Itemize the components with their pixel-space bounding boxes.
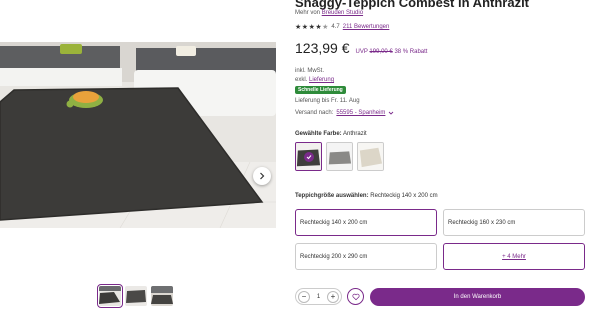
shipping-note: exkl. Lieferung xyxy=(295,77,334,83)
add-to-cart-button[interactable]: In den Warenkorb xyxy=(370,288,585,306)
size-option-140x200[interactable]: Rechteckig 140 x 200 cm xyxy=(295,209,437,236)
product-image-gallery[interactable] xyxy=(0,42,276,228)
heart-icon xyxy=(351,293,360,300)
discount: 38 % Rabatt xyxy=(394,49,428,55)
star-icon: ★ xyxy=(301,24,309,31)
star-icon: ★ xyxy=(295,24,302,31)
size-option-200x290[interactable]: Rechteckig 200 x 290 cm xyxy=(295,243,437,270)
checkmark-icon xyxy=(306,155,312,160)
price: 123,99 € xyxy=(295,40,350,56)
swatch-grey[interactable] xyxy=(326,142,353,171)
gallery-thumbnails xyxy=(97,284,173,308)
ship-to: Versand nach: 55595 - Spanheim xyxy=(295,110,394,116)
size-option-160x230[interactable]: Rechteckig 160 x 230 cm xyxy=(443,209,585,236)
thumbnail-3[interactable] xyxy=(151,286,173,306)
quantity-decrease-button[interactable]: − xyxy=(298,290,310,303)
thumbnail-image xyxy=(99,286,121,306)
vat-note: inkl. MwSt. xyxy=(295,68,325,74)
fast-delivery-badge: Schnelle Lieferung xyxy=(295,86,346,94)
swatch-cream[interactable] xyxy=(357,142,384,171)
size-more-button[interactable]: + 4 Mehr xyxy=(443,243,585,270)
star-icon: ★ xyxy=(308,24,315,31)
brand-line: Mehr von Breuden Studio xyxy=(295,10,363,16)
thumbnail-2[interactable] xyxy=(125,286,147,306)
color-value: Anthrazit xyxy=(343,131,367,137)
selected-marker xyxy=(304,152,314,162)
product-title: Shaggy-Teppich Combest in Anthrazit xyxy=(295,0,530,10)
swatch-anthrazit[interactable] xyxy=(295,142,322,171)
delivery-date: Lieferung bis Fr. 11. Aug xyxy=(295,98,360,104)
gallery-next-button[interactable] xyxy=(253,167,271,185)
chevron-right-icon xyxy=(260,172,265,180)
uvp-label: UVP xyxy=(355,49,368,55)
ship-to-label: Versand nach: xyxy=(295,110,334,116)
shipping-prefix: exkl. xyxy=(295,77,308,83)
uvp-price: 199,00 € xyxy=(369,49,393,55)
size-label: Teppichgröße auswählen: Rechteckig 140 x… xyxy=(295,193,438,199)
quantity-increase-button[interactable]: + xyxy=(327,290,339,303)
price-row: 123,99 € UVP 199,00 € 38 % Rabatt xyxy=(295,40,427,56)
quantity-stepper: − 1 + xyxy=(295,288,342,305)
size-value: Rechteckig 140 x 200 cm xyxy=(370,193,438,199)
rating-score: 4.7 xyxy=(331,24,340,30)
star-icon: ★ xyxy=(315,24,322,31)
product-main-image xyxy=(0,42,276,228)
brand-prefix: Mehr von xyxy=(295,10,321,16)
rating-summary: ★ ★ ★ ★ ★ 4.7 211 Bewertungen xyxy=(295,23,389,31)
color-swatches xyxy=(295,142,384,171)
rating-stars: ★ ★ ★ ★ ★ xyxy=(295,23,328,31)
brand-link[interactable]: Breuden Studio xyxy=(322,10,363,16)
uvp-info: UVP 199,00 € 38 % Rabatt xyxy=(356,49,428,55)
wishlist-button[interactable] xyxy=(347,288,364,305)
quantity-value[interactable]: 1 xyxy=(317,294,320,300)
swatch-image xyxy=(358,143,383,170)
color-label: Gewählte Farbe: Anthrazit xyxy=(295,131,367,137)
reviews-link[interactable]: 211 Bewertungen xyxy=(343,24,390,30)
thumbnail-image xyxy=(125,286,147,306)
star-half-icon: ★ xyxy=(322,24,329,31)
ship-to-location[interactable]: 55595 - Spanheim xyxy=(336,110,385,116)
thumbnail-1[interactable] xyxy=(97,284,123,308)
shipping-link[interactable]: Lieferung xyxy=(309,77,334,83)
size-label-text: Teppichgröße auswählen: xyxy=(295,193,369,199)
chevron-down-icon[interactable] xyxy=(388,110,394,116)
thumbnail-image xyxy=(151,286,173,306)
color-label-text: Gewählte Farbe: xyxy=(295,131,342,137)
swatch-image xyxy=(327,143,352,170)
